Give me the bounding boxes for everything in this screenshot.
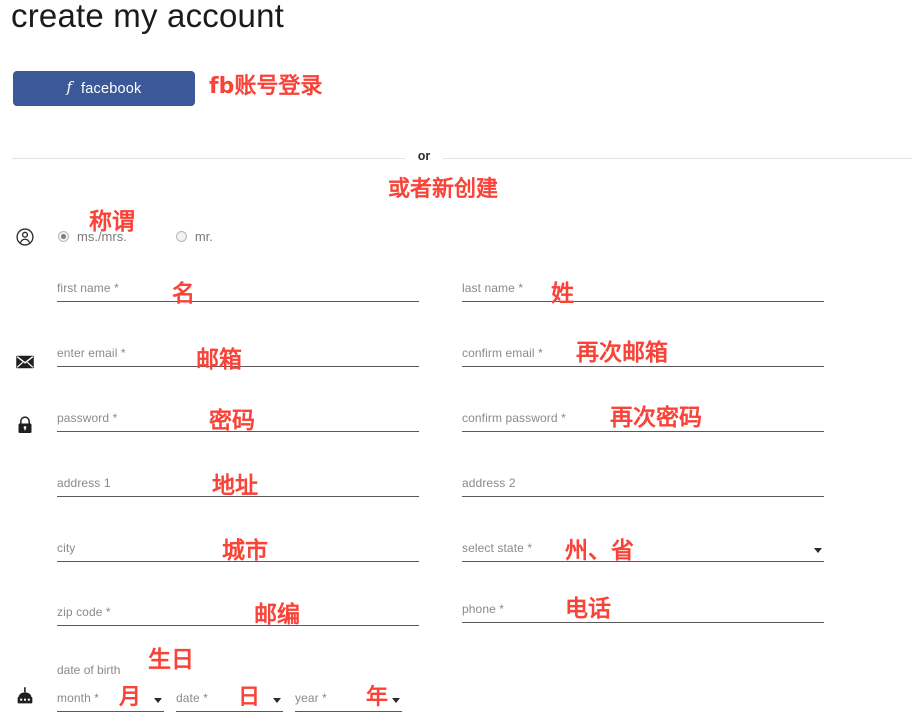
chevron-down-icon[interactable]	[814, 548, 822, 553]
first-name-underline	[57, 301, 419, 302]
radio-dot-mr[interactable]	[175, 231, 187, 242]
last-name-field[interactable]: last name *	[462, 272, 824, 302]
chevron-down-icon[interactable]	[154, 698, 162, 703]
annotation-select-state: 州、省	[565, 538, 634, 564]
annotation-address1: 地址	[212, 473, 258, 499]
dob-date-dropdown[interactable]: date *	[176, 686, 283, 712]
city-label: city	[57, 541, 76, 555]
phone-underline	[462, 622, 824, 623]
chevron-down-icon[interactable]	[273, 698, 281, 703]
annotation-dob-month: 月	[119, 685, 142, 710]
date-of-birth-title: date of birth	[57, 663, 121, 677]
annotation-first-name: 名	[172, 281, 195, 307]
zip-code-field[interactable]: zip code *	[57, 596, 419, 626]
or-divider-label: or	[405, 149, 443, 163]
salutation-radio-group[interactable]: ms./mrs. mr.	[58, 229, 213, 244]
salutation-option-mr[interactable]: mr.	[175, 229, 213, 244]
password-label: password *	[57, 411, 118, 425]
annotation-date-of-birth: 生日	[148, 647, 194, 673]
annotation-phone: 电话	[565, 596, 611, 622]
annotation-dob-year: 年	[366, 685, 389, 710]
lock-icon	[15, 415, 35, 435]
page-title: create my account	[11, 0, 285, 34]
dob-year-label: year *	[295, 691, 327, 705]
birthday-cake-icon	[15, 686, 35, 706]
dob-month-label: month *	[57, 691, 100, 705]
annotation-confirm-password: 再次密码	[610, 405, 702, 431]
address2-underline	[462, 496, 824, 497]
chevron-down-icon[interactable]	[392, 698, 400, 703]
annotation-enter-email: 邮箱	[196, 347, 242, 373]
facebook-login-button[interactable]: f facebook	[13, 71, 195, 106]
salutation-option-ms-mrs-label: ms./mrs.	[77, 229, 127, 244]
annotation-city: 城市	[222, 538, 268, 564]
dob-date-label: date *	[176, 691, 208, 705]
annotation-facebook-login: fb账号登录	[209, 74, 323, 99]
zip-code-label: zip code *	[57, 605, 111, 619]
select-state-label: select state *	[462, 541, 533, 555]
phone-label: phone *	[462, 602, 505, 616]
first-name-field[interactable]: first name *	[57, 272, 419, 302]
select-state-underline	[462, 561, 824, 562]
annotation-last-name: 姓	[551, 281, 574, 307]
facebook-login-label: facebook	[81, 80, 142, 97]
confirm-password-label: confirm password *	[462, 411, 566, 425]
dob-month-dropdown[interactable]: month *	[57, 686, 164, 712]
last-name-underline	[462, 301, 824, 302]
enter-email-label: enter email *	[57, 346, 126, 360]
annotation-confirm-email: 再次邮箱	[576, 340, 668, 366]
annotation-password: 密码	[209, 408, 255, 434]
user-circle-icon	[15, 227, 35, 247]
phone-field[interactable]: phone *	[462, 593, 824, 623]
envelope-icon	[15, 352, 35, 372]
zip-code-underline	[57, 625, 419, 626]
radio-dot-ms-mrs[interactable]	[58, 231, 69, 242]
annotation-dob-date: 日	[238, 685, 261, 710]
address2-label: address 2	[462, 476, 516, 490]
last-name-label: last name *	[462, 281, 524, 295]
salutation-option-ms-mrs[interactable]: ms./mrs.	[58, 229, 127, 244]
address2-field[interactable]: address 2	[462, 467, 824, 497]
dob-year-underline	[295, 711, 402, 712]
dob-date-underline	[176, 711, 283, 712]
annotation-or-create: 或者新创建	[388, 177, 499, 202]
address1-label: address 1	[57, 476, 111, 490]
first-name-label: first name *	[57, 281, 119, 295]
dob-month-underline	[57, 711, 164, 712]
select-state-dropdown[interactable]: select state *	[462, 532, 824, 562]
salutation-option-mr-label: mr.	[194, 229, 213, 244]
or-divider-line	[12, 158, 912, 159]
confirm-email-label: confirm email *	[462, 346, 543, 360]
facebook-f-icon: f	[66, 78, 73, 96]
annotation-zip-code: 邮编	[254, 602, 300, 628]
